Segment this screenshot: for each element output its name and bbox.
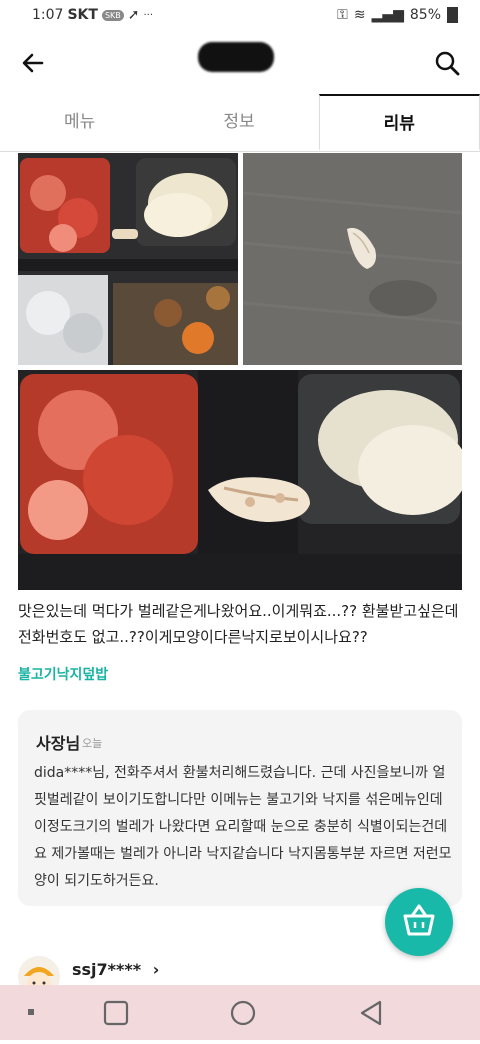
status-time: 1:07 (32, 7, 64, 23)
dot-icon (28, 1009, 34, 1015)
chevron-right-icon: › (152, 960, 160, 979)
closeup-image (18, 370, 462, 590)
arrow-left-icon (22, 53, 44, 73)
review-text: 맛은있는데 먹다가 벌레같은게나왔어요..이게뭐죠...?? 환불받고싶은데 전… (18, 602, 459, 646)
tab-info[interactable]: 정보 (159, 94, 318, 151)
review-photo-1[interactable] (18, 153, 238, 365)
tab-review[interactable]: 리뷰 (318, 94, 480, 151)
table-surface-image (243, 153, 462, 365)
battery-icon (447, 7, 458, 23)
owner-reply: 사장님 오늘 dida****님, 전화주셔서 환불처리해드렸습니다. 근데 사… (18, 710, 462, 906)
basket-icon (403, 904, 435, 936)
tab-menu[interactable]: 메뉴 (0, 94, 159, 151)
tab-bar: 메뉴 정보 리뷰 (0, 94, 480, 152)
more-icon: ··· (143, 9, 154, 21)
battery-level: 85% (409, 7, 441, 23)
back-button[interactable] (18, 48, 48, 78)
back-nav-icon (360, 1000, 382, 1026)
status-carrier: SKT (67, 7, 98, 23)
key-icon: ⚿ (337, 7, 348, 23)
reply-date: 오늘 (82, 737, 103, 750)
system-nav-bar (0, 985, 480, 1040)
reviewer-name[interactable]: ssj7**** › (72, 960, 159, 979)
recent-apps-icon (103, 1000, 129, 1026)
status-bar: 1:07 SKT SKB ➚ ··· ⚿ ≋ ▂▄▆ 85% (0, 0, 480, 30)
menu-tag[interactable]: 불고기낙지덮밥 (18, 664, 108, 684)
top-bar (0, 30, 480, 94)
food-container-image (18, 153, 238, 365)
review-photo-2[interactable] (243, 153, 462, 365)
reviewer-username: ssj7**** (72, 960, 142, 979)
search-button[interactable] (432, 48, 462, 78)
reply-author: 사장님 (36, 734, 81, 753)
reply-text: dida****님, 전화주셔서 환불처리해드렸습니다. 근데 사진을보니까 얼… (34, 765, 452, 889)
review-photo-3[interactable] (18, 370, 462, 590)
search-icon (435, 51, 460, 76)
home-icon (230, 1000, 256, 1026)
store-title-redacted (198, 42, 274, 72)
status-badge: SKB (101, 9, 124, 21)
wifi-icon: ≋ (353, 7, 366, 23)
location-icon: ➚ (127, 7, 140, 23)
cart-button[interactable] (385, 888, 453, 956)
nav-buttons (28, 1000, 382, 1026)
signal-icon: ▂▄▆ (371, 7, 404, 23)
